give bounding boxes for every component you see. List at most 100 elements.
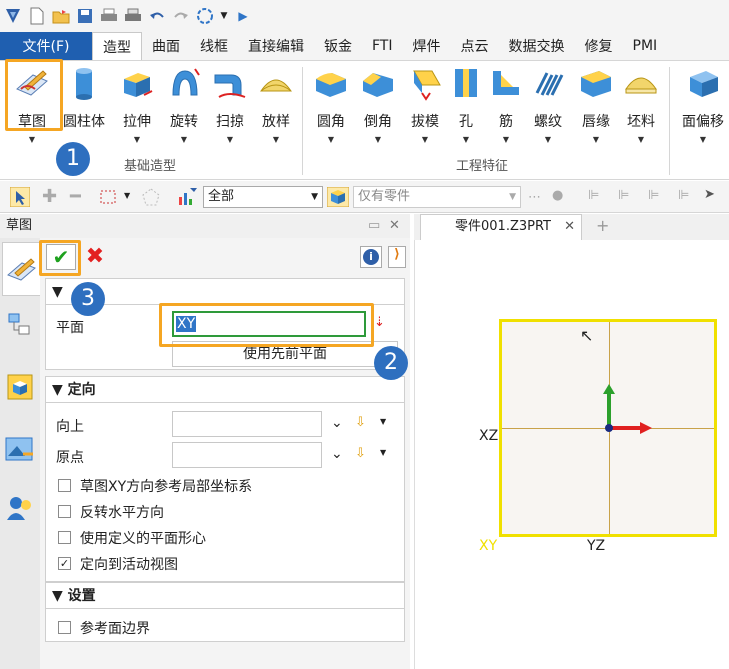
sweep-button[interactable]: 扫掠 ▼	[206, 65, 254, 144]
extrude-button[interactable]: 拉伸 ▼	[113, 65, 161, 144]
tab-modeling[interactable]: 造型	[92, 32, 142, 60]
snap-icon[interactable]: ⋯	[528, 190, 541, 205]
tab-weldment[interactable]: 焊件	[403, 32, 451, 60]
print-preview-icon[interactable]	[124, 7, 142, 25]
close-icon[interactable]: ✕	[564, 215, 575, 239]
face-offset-button[interactable]: 面偏移 ▼	[679, 65, 727, 144]
align-right-icon[interactable]: ⊫	[678, 188, 689, 203]
tab-surface[interactable]: 曲面	[142, 32, 190, 60]
add-icon[interactable]: ✚	[42, 188, 57, 206]
pick-direction-icon[interactable]: ⇩	[355, 415, 366, 430]
tab-direct-edit[interactable]: 直接编辑	[238, 32, 314, 60]
pick-plane-icon[interactable]: ⇣	[374, 315, 385, 330]
3d-viewport[interactable]: ↖ XZ XY YZ	[414, 240, 729, 669]
info-button[interactable]: i	[360, 246, 382, 268]
cylinder-button[interactable]: 圆柱体	[60, 65, 108, 131]
play-icon[interactable]: ▶	[234, 7, 252, 25]
pointer-icon[interactable]: ➤	[704, 187, 715, 202]
align-icon[interactable]: ⊫	[588, 188, 599, 203]
chevron-down-icon[interactable]: ▼	[679, 135, 727, 144]
ref-local-cs-checkbox[interactable]	[58, 479, 71, 492]
settings-section-header[interactable]: ▼ 设置	[46, 583, 404, 609]
undo-icon[interactable]	[148, 7, 166, 25]
image-manager-icon[interactable]	[5, 434, 35, 468]
filter-icon[interactable]	[178, 187, 198, 211]
flip-horizontal-checkbox[interactable]	[58, 505, 71, 518]
chevron-down-icon[interactable]: ▼	[206, 135, 254, 144]
chevron-down-icon[interactable]: ▼	[380, 417, 386, 426]
origin-input[interactable]	[172, 442, 322, 468]
tab-file[interactable]: 文件(F)	[0, 32, 92, 60]
help-button[interactable]: ⟩	[388, 246, 406, 268]
select-cursor-icon[interactable]	[9, 186, 31, 211]
rotate-view-icon[interactable]	[196, 7, 214, 25]
loft-button[interactable]: 放样 ▼	[252, 65, 300, 144]
hole-icon	[447, 65, 485, 101]
tab-wireframe[interactable]: 线框	[190, 32, 238, 60]
chevron-down-icon[interactable]: ▼	[252, 135, 300, 144]
new-file-icon[interactable]	[28, 7, 46, 25]
part-filter-icon[interactable]	[326, 186, 350, 211]
tab-pmi[interactable]: PMI	[623, 32, 668, 60]
part-filter-select[interactable]: 仅有零件 ▼	[353, 186, 521, 208]
rib-button[interactable]: 筋 ▼	[482, 65, 530, 144]
chevron-down-icon[interactable]: ▼	[482, 135, 530, 144]
user-icon[interactable]	[6, 494, 34, 526]
tab-sheet-metal[interactable]: 钣金	[314, 32, 362, 60]
orientation-section-header[interactable]: ▼ 定向	[46, 377, 404, 403]
chevron-down-icon[interactable]: ▼	[8, 135, 56, 144]
confirm-button[interactable]: ✔	[46, 244, 76, 270]
tab-point-cloud[interactable]: 点云	[451, 32, 499, 60]
lip-button[interactable]: 唇缘 ▼	[572, 65, 620, 144]
print-icon[interactable]	[100, 7, 118, 25]
stock-button[interactable]: 坯料 ▼	[617, 65, 665, 144]
align-center-icon[interactable]: ⊫	[648, 188, 659, 203]
chevron-down-icon[interactable]: ▼	[354, 135, 402, 144]
open-file-icon[interactable]	[52, 7, 70, 25]
ribbon-separator	[669, 67, 670, 175]
close-icon[interactable]: ✕	[389, 214, 400, 238]
xy-plane-label: XY	[479, 538, 498, 554]
sketch-button[interactable]: 草图 ▼	[8, 65, 56, 144]
chamfer-button[interactable]: 倒角 ▼	[354, 65, 402, 144]
chevron-down-icon[interactable]: ▼	[307, 135, 355, 144]
polygon-select-icon[interactable]	[142, 188, 160, 210]
orient-active-view-checkbox[interactable]: ✓	[58, 557, 71, 570]
mark-icon[interactable]: ●	[552, 188, 563, 203]
save-icon[interactable]	[76, 7, 94, 25]
view-manager-icon[interactable]	[7, 374, 33, 404]
chevron-down-icon[interactable]: ▼	[380, 448, 386, 457]
chevron-down-icon[interactable]: ▼	[124, 191, 130, 200]
chevron-down-icon[interactable]: ▼	[524, 135, 572, 144]
cancel-button[interactable]: ✖	[82, 244, 108, 270]
ref-face-boundary-checkbox[interactable]	[58, 621, 71, 634]
revolve-button[interactable]: 旋转 ▼	[160, 65, 208, 144]
chevron-down-icon[interactable]: ▼	[617, 135, 665, 144]
tab-data-exchange[interactable]: 数据交换	[499, 32, 575, 60]
expand-options-icon[interactable]: ⌄	[331, 415, 343, 431]
plane-centroid-checkbox[interactable]	[58, 531, 71, 544]
history-tree-icon[interactable]	[7, 312, 33, 342]
restore-icon[interactable]: ▭	[368, 214, 380, 238]
tab-repair[interactable]: 修复	[575, 32, 623, 60]
expand-options-icon[interactable]: ⌄	[331, 446, 343, 462]
document-tab[interactable]: 零件001.Z3PRT ✕	[420, 214, 582, 240]
thread-button[interactable]: 螺纹 ▼	[524, 65, 572, 144]
align-left-icon[interactable]: ⊫	[618, 188, 629, 203]
use-previous-plane-button[interactable]: 使用先前平面	[172, 341, 398, 367]
up-input[interactable]	[172, 411, 322, 437]
chevron-down-icon[interactable]: ▼	[160, 135, 208, 144]
pick-point-icon[interactable]: ⇩	[355, 446, 366, 461]
box-select-icon[interactable]	[100, 189, 118, 209]
redo-icon[interactable]	[172, 7, 190, 25]
remove-icon[interactable]: ━	[70, 188, 81, 206]
plane-input[interactable]: XY	[172, 311, 366, 337]
filter-select[interactable]: 全部 ▼	[203, 186, 323, 208]
chevron-down-icon[interactable]: ▼	[572, 135, 620, 144]
chevron-down-icon[interactable]: ▼	[113, 135, 161, 144]
fillet-button[interactable]: 圆角 ▼	[307, 65, 355, 144]
tab-fti[interactable]: FTI	[362, 32, 403, 60]
chevron-down-icon[interactable]: ▼	[220, 7, 228, 25]
sketch-side-tab[interactable]	[2, 242, 40, 296]
add-tab-icon[interactable]: +	[596, 216, 609, 235]
